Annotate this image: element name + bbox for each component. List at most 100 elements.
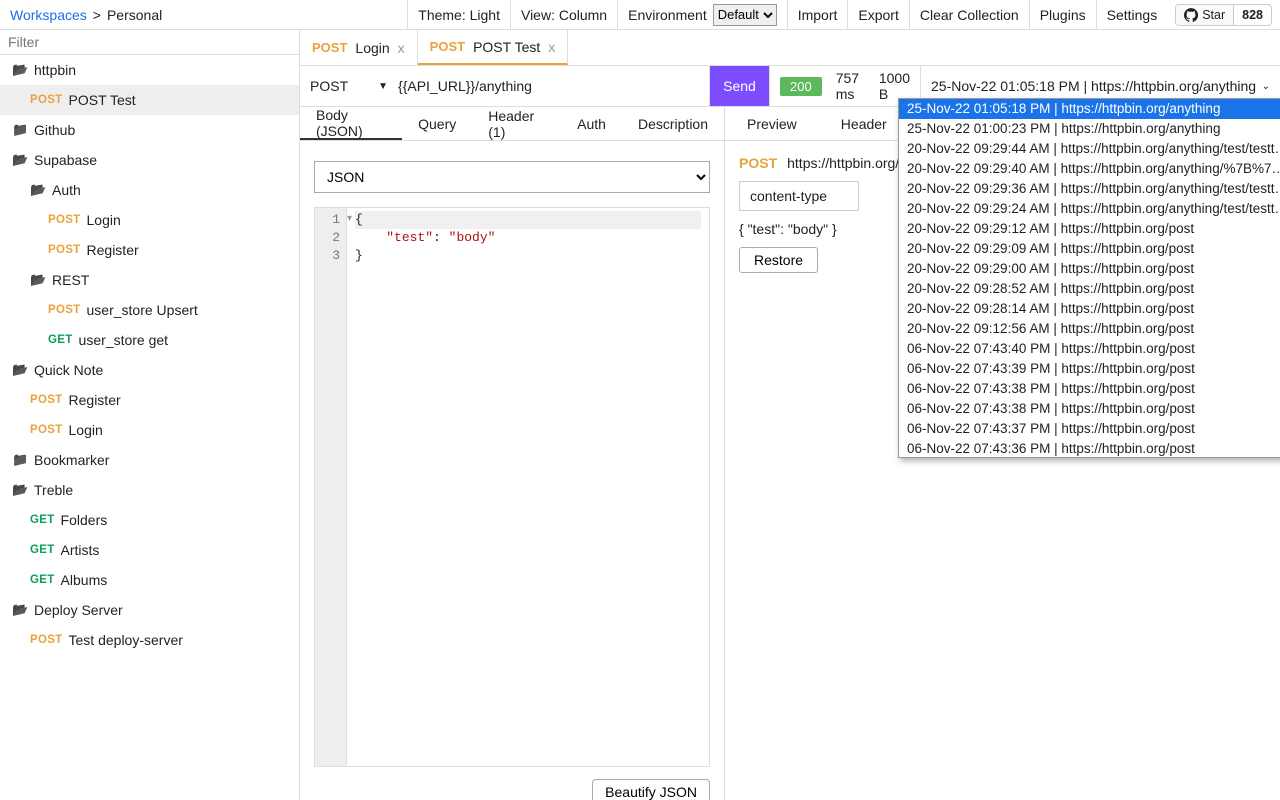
sidebar-request[interactable]: POST Login (0, 415, 299, 445)
theme-menu[interactable]: Theme: Light (407, 0, 510, 29)
filter-input[interactable] (8, 34, 291, 50)
tab-label: POST Test (473, 39, 540, 55)
tab-auth[interactable]: Auth (561, 107, 622, 140)
tab-preview[interactable]: Preview (725, 107, 819, 140)
method-badge: POST (30, 634, 63, 646)
sidebar-request[interactable]: POST Register (0, 235, 299, 265)
history-item[interactable]: 20-Nov-22 09:29:09 AM | https://httpbin.… (899, 239, 1280, 259)
method-badge: GET (30, 514, 55, 526)
json-editor[interactable]: 123 { "test": "body"} (314, 207, 710, 767)
environment-label: Environment (628, 7, 707, 23)
sidebar-item-label: Test deploy-server (69, 632, 183, 648)
history-item[interactable]: 06-Nov-22 07:43:40 PM | https://httpbin.… (899, 339, 1280, 359)
history-item[interactable]: 06-Nov-22 07:43:38 PM | https://httpbin.… (899, 379, 1280, 399)
clear-collection-menu[interactable]: Clear Collection (909, 0, 1029, 29)
folder-open-icon: 📂 (12, 62, 28, 78)
sidebar-request[interactable]: GET user_store get (0, 325, 299, 355)
sidebar-item-label: user_store get (79, 332, 169, 348)
tab-header[interactable]: Header (1) (472, 107, 561, 140)
history-item[interactable]: 25-Nov-22 01:00:23 PM | https://httpbin.… (899, 119, 1280, 139)
export-menu[interactable]: Export (847, 0, 908, 29)
beautify-json-button[interactable]: Beautify JSON (592, 779, 710, 800)
sidebar-folder[interactable]: 📂 Supabase (0, 145, 299, 175)
close-icon[interactable]: x (398, 40, 405, 56)
star-count: 828 (1234, 8, 1271, 22)
breadcrumb: Workspaces > Personal (0, 0, 407, 29)
restore-button[interactable]: Restore (739, 247, 818, 273)
sidebar-item-label: Folders (61, 512, 108, 528)
view-menu[interactable]: View: Column (510, 0, 617, 29)
request-tab[interactable]: POSTLoginx (300, 30, 418, 65)
sidebar-item-label: httpbin (34, 62, 76, 78)
response-header-key: content-type (739, 181, 859, 211)
github-icon (1184, 8, 1198, 22)
sidebar-request[interactable]: POST Register (0, 385, 299, 415)
tab-description[interactable]: Description (622, 107, 724, 140)
history-item[interactable]: 06-Nov-22 07:43:38 PM | https://httpbin.… (899, 399, 1280, 419)
close-icon[interactable]: x (548, 39, 555, 55)
sidebar-folder[interactable]: 📁Bookmarker (0, 445, 299, 475)
history-item[interactable]: 20-Nov-22 09:29:12 AM | https://httpbin.… (899, 219, 1280, 239)
sidebar-folder[interactable]: 📂 Quick Note (0, 355, 299, 385)
sidebar-item-label: Quick Note (34, 362, 103, 378)
history-item[interactable]: 06-Nov-22 07:43:37 PM | https://httpbin.… (899, 419, 1280, 439)
sidebar-request[interactable]: POST Test deploy-server (0, 625, 299, 655)
response-method: POST (739, 155, 777, 171)
settings-menu[interactable]: Settings (1096, 0, 1168, 29)
workspaces-link[interactable]: Workspaces (10, 7, 87, 23)
sidebar-request[interactable]: GET Artists (0, 535, 299, 565)
history-item[interactable]: 20-Nov-22 09:29:00 AM | https://httpbin.… (899, 259, 1280, 279)
folder-icon: 📁 (12, 452, 28, 468)
sidebar-folder[interactable]: 📁Github (0, 115, 299, 145)
sidebar-item-label: POST Test (69, 92, 136, 108)
folder-open-icon: 📂 (12, 362, 28, 378)
sidebar-folder[interactable]: 📂REST (0, 265, 299, 295)
history-item[interactable]: 25-Nov-22 01:05:18 PM | https://httpbin.… (899, 99, 1280, 119)
environment-select[interactable]: Default (713, 4, 777, 26)
sidebar-item-label: Deploy Server (34, 602, 123, 618)
sidebar-request[interactable]: GET Folders (0, 505, 299, 535)
history-item[interactable]: 20-Nov-22 09:28:52 AM | https://httpbin.… (899, 279, 1280, 299)
sidebar-item-label: Register (87, 242, 139, 258)
sidebar-item-label: Supabase (34, 152, 97, 168)
sidebar-folder[interactable]: 📂Auth (0, 175, 299, 205)
sidebar-folder[interactable]: 📂Deploy Server (0, 595, 299, 625)
history-item[interactable]: 20-Nov-22 09:28:14 AM | https://httpbin.… (899, 299, 1280, 319)
tab-query[interactable]: Query (402, 107, 472, 140)
sidebar-request[interactable]: POST Login (0, 205, 299, 235)
history-item[interactable]: 20-Nov-22 09:29:40 AM | https://httpbin.… (899, 159, 1280, 179)
github-star-button[interactable]: Star 828 (1175, 4, 1272, 26)
history-item[interactable]: 06-Nov-22 07:43:39 PM | https://httpbin.… (899, 359, 1280, 379)
sidebar-item-label: Login (69, 422, 103, 438)
breadcrumb-current: Personal (107, 7, 162, 23)
environment-menu[interactable]: Environment Default (617, 0, 787, 29)
response-time: 757 ms (836, 70, 865, 102)
sidebar-request[interactable]: POST user_store Upsert (0, 295, 299, 325)
sidebar-folder[interactable]: 📂Treble (0, 475, 299, 505)
method-badge: GET (30, 574, 55, 586)
sidebar-item-label: REST (52, 272, 89, 288)
method-badge: POST (48, 304, 81, 316)
history-item[interactable]: 20-Nov-22 09:29:36 AM | https://httpbin.… (899, 179, 1280, 199)
method-badge: POST (430, 39, 465, 54)
folder-open-icon: 📂 (12, 152, 28, 168)
tab-response-header[interactable]: Header (819, 107, 909, 140)
send-button[interactable]: Send (710, 66, 770, 106)
import-menu[interactable]: Import (787, 0, 848, 29)
sidebar-request[interactable]: POST POST Test (0, 85, 299, 115)
sidebar-item-label: Auth (52, 182, 81, 198)
method-select[interactable]: POST ▼ (310, 78, 388, 94)
tab-body[interactable]: Body (JSON) (300, 107, 402, 140)
sidebar-folder[interactable]: 📂 httpbin (0, 55, 299, 85)
history-item[interactable]: 06-Nov-22 07:43:36 PM | https://httpbin.… (899, 439, 1280, 458)
history-item[interactable]: 20-Nov-22 09:29:24 AM | https://httpbin.… (899, 199, 1280, 219)
body-type-select[interactable]: JSON (314, 161, 710, 193)
plugins-menu[interactable]: Plugins (1029, 0, 1096, 29)
request-tab[interactable]: POST POST Test x (418, 30, 569, 65)
history-item[interactable]: 20-Nov-22 09:29:44 AM | https://httpbin.… (899, 139, 1280, 159)
request-url[interactable]: {{API_URL}}/anything (398, 78, 532, 94)
history-dropdown[interactable]: 25-Nov-22 01:05:18 PM | https://httpbin.… (898, 98, 1280, 458)
sidebar-request[interactable]: GET Albums (0, 565, 299, 595)
history-item[interactable]: 20-Nov-22 09:12:56 AM | https://httpbin.… (899, 319, 1280, 339)
sidebar-item-label: Register (69, 392, 121, 408)
